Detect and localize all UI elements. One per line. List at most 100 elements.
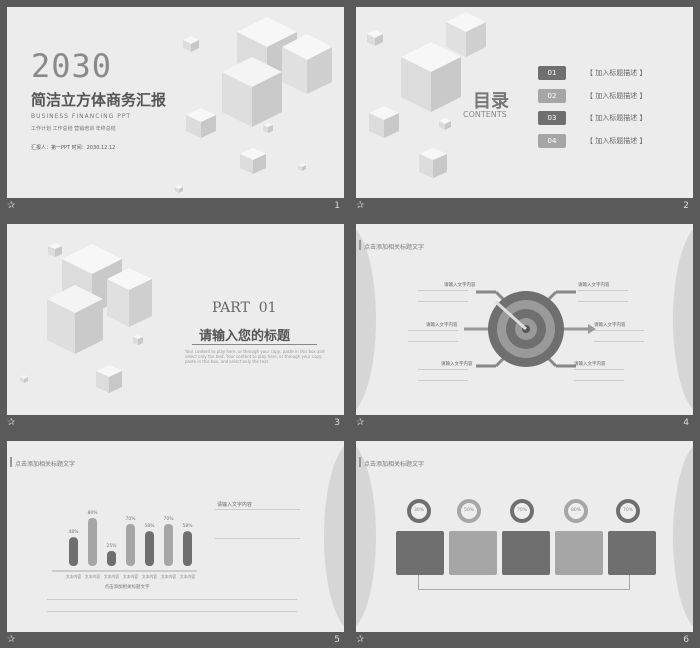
slide-footer: ✰ 3 <box>7 415 344 431</box>
slide-thumbnail-4[interactable]: 点击添加相关标题文字 请输入文字内容 请输入文字内容 请输入文字内容 请输入文字… <box>356 224 693 415</box>
contents-item-label: 【 加入标题描述 】 <box>586 137 647 145</box>
chart-bar <box>107 551 116 566</box>
text-placeholder <box>418 290 468 302</box>
slide-thumbnail-6[interactable]: 点击添加相关标题文字 30% 50% 70% 80% 70% <box>356 441 693 632</box>
cube-small <box>297 162 307 172</box>
chart-data-label: 70% <box>125 516 136 522</box>
slide-reporter: 汇报人：第一PPT 时间：2030.12.12 <box>31 145 116 151</box>
title-divider <box>192 344 317 345</box>
pin-marker: 30% <box>407 499 431 523</box>
slide-footer: ✰ 5 <box>7 632 344 648</box>
chart-data-label: 48% <box>68 529 79 535</box>
chart-bar <box>69 537 78 566</box>
slide-title: 请输入您的标题 <box>199 329 291 344</box>
slide-thumbnail-1[interactable]: 2030 简洁立方体商务汇报 BUSINESS FINANCING PPT 工作… <box>7 7 344 198</box>
chart-data-label: 80% <box>87 510 98 516</box>
side-curve <box>673 441 693 632</box>
chart-category-label: 文本内容 <box>180 574 195 579</box>
slide-year: 2030 <box>31 47 113 85</box>
cube-small <box>95 364 123 394</box>
slide-number: 4 <box>683 418 689 428</box>
contents-item-number: 03 <box>538 111 566 125</box>
pin-marker: 70% <box>616 499 640 523</box>
text-placeholder <box>47 601 297 612</box>
side-curve <box>324 441 344 632</box>
label-right-mid: 请输入文字内容 <box>594 323 626 328</box>
cube-small <box>175 185 183 193</box>
cube-graphic <box>37 239 157 369</box>
cube-small <box>366 29 384 47</box>
text-placeholder <box>408 330 458 342</box>
process-box <box>555 531 603 575</box>
star-icon[interactable]: ✰ <box>356 198 364 214</box>
chart-bar <box>126 524 135 566</box>
label-left-mid: 请输入文字内容 <box>426 323 458 328</box>
cube-small <box>132 334 144 346</box>
slide-footer: ✰ 4 <box>356 415 693 431</box>
pin-marker: 70% <box>510 499 534 523</box>
slide-subtitle: BUSINESS FINANCING PPT <box>31 113 132 120</box>
contents-item-number: 02 <box>538 89 566 103</box>
contents-item-label: 【 加入标题描述 】 <box>586 92 647 100</box>
contents-item-label: 【 加入标题描述 】 <box>586 114 647 122</box>
slide-number: 2 <box>683 201 689 211</box>
chart-category-label: 文本内容 <box>104 574 119 579</box>
cube-graphic <box>207 12 337 132</box>
text-placeholder <box>215 509 300 539</box>
chart-data-label: 58% <box>144 523 155 529</box>
slide-thumbnail-3[interactable]: PART 01 请输入您的标题 Your content to play her… <box>7 224 344 415</box>
label-right-top: 请输入文字内容 <box>578 283 610 288</box>
star-icon[interactable]: ✰ <box>7 415 15 431</box>
text-placeholder <box>578 290 628 302</box>
side-title: 请输入文字内容 <box>217 502 253 508</box>
star-icon[interactable]: ✰ <box>7 632 15 648</box>
contents-item-number: 01 <box>538 66 566 80</box>
cube-small <box>182 35 200 53</box>
side-curve <box>356 441 376 632</box>
process-box <box>608 531 656 575</box>
chart-data-label: 58% <box>182 523 193 529</box>
text-placeholder <box>47 589 297 600</box>
process-box <box>396 531 444 575</box>
cube-small <box>19 374 29 384</box>
bar-chart: 48% 文本内容 80% 文本内容 25% 文本内容 70% 文本内容 58% 文本内容 70% 文本… <box>52 510 197 590</box>
cube-small <box>185 107 217 139</box>
slide-footer: ✰ 2 <box>356 198 693 214</box>
slide-header: 点击添加相关标题文字 <box>358 457 425 468</box>
chart-category-label: 文本内容 <box>66 574 81 579</box>
chart-category-label: 文本内容 <box>123 574 138 579</box>
slide-number: 3 <box>334 418 340 428</box>
slide-number: 1 <box>334 201 340 211</box>
cube-small <box>438 117 452 131</box>
star-icon[interactable]: ✰ <box>7 198 15 214</box>
side-curve <box>673 224 693 415</box>
label-left-top: 请输入文字内容 <box>444 283 476 288</box>
contents-item-label: 【 加入标题描述 】 <box>586 69 647 77</box>
pin-value: 50% <box>461 503 477 519</box>
slide-thumbnail-5[interactable]: 点击添加相关标题文字 48% 文本内容 80% 文本内容 25% 文本内容 70% 文本内容 5… <box>7 441 344 632</box>
chart-bar <box>88 518 97 566</box>
side-curve <box>356 224 376 415</box>
slide-header: 点击添加相关标题文字 <box>358 240 425 251</box>
contents-item-number: 04 <box>538 134 566 148</box>
chart-data-label: 25% <box>106 543 117 549</box>
chart-bar <box>145 531 154 566</box>
text-placeholder <box>594 330 644 342</box>
slide-title: 简洁立方体商务汇报 <box>31 91 167 109</box>
label-left-bottom: 请输入文字内容 <box>441 362 473 367</box>
pin-value: 70% <box>620 503 636 519</box>
body-text: Your content to play here, or through yo… <box>185 349 325 364</box>
cube-small <box>262 122 274 134</box>
star-icon[interactable]: ✰ <box>356 632 364 648</box>
cube-small <box>239 147 267 175</box>
cube-small <box>418 147 448 179</box>
star-icon[interactable]: ✰ <box>356 415 364 431</box>
chart-data-label: 70% <box>163 516 174 522</box>
contents-subtitle: CONTENTS <box>463 110 507 119</box>
pin-marker: 50% <box>457 499 481 523</box>
chart-category-label: 文本内容 <box>142 574 157 579</box>
chart-category-label: 文本内容 <box>85 574 100 579</box>
slide-thumbnail-2[interactable]: 目录 CONTENTS 01 【 加入标题描述 】 02 【 加入标题描述 】 … <box>356 7 693 198</box>
text-placeholder <box>418 369 468 381</box>
chart-bar <box>164 524 173 566</box>
